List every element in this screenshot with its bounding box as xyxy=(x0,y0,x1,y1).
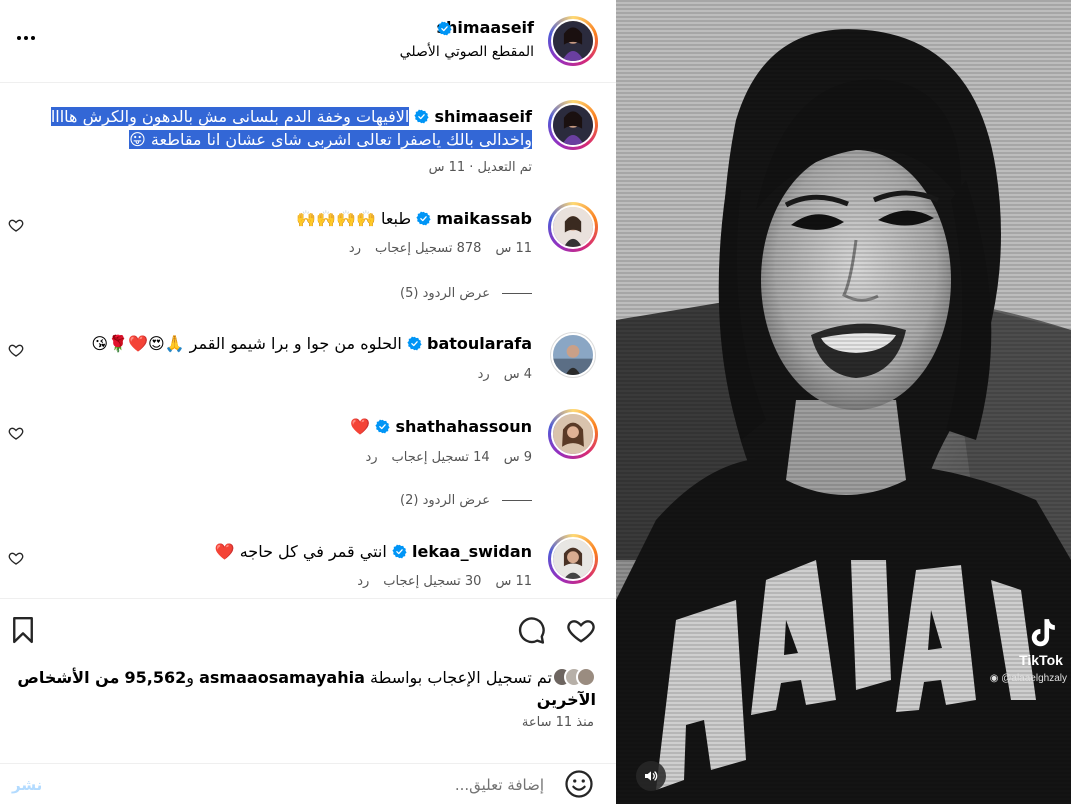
like-comment-heart-icon[interactable] xyxy=(8,550,24,566)
post-details-panel: shimaaseif المقطع الصوتي الأصلي shimaase… xyxy=(0,0,616,804)
caption-text-line-1: الافيهات وخفة الدم بلسانى مش بالدهون وال… xyxy=(50,107,410,126)
save-bookmark-icon[interactable] xyxy=(8,615,38,645)
liked-by-username[interactable]: asmaaosamayahia xyxy=(199,668,365,687)
comment-avatar-maikassab[interactable] xyxy=(548,202,598,252)
comment-time[interactable]: 4 س xyxy=(504,367,532,382)
comment-bubble-icon[interactable] xyxy=(516,615,546,645)
reply-button[interactable]: رد xyxy=(478,367,490,382)
caption-author-username[interactable]: shimaaseif xyxy=(435,107,532,126)
verified-badge-icon xyxy=(375,419,390,434)
comment-likes-count[interactable]: 14 تسجيل إعجاب xyxy=(392,450,490,465)
comment-shathahassoun: shathahassoun ❤️ xyxy=(350,416,532,438)
reply-button[interactable]: رد xyxy=(365,450,377,465)
comment-meta: 4 س رد xyxy=(478,367,532,382)
verified-badge-icon xyxy=(407,336,422,351)
comments-list: shimaaseif الافيهات وخفة الدم بلسانى مش … xyxy=(0,84,616,598)
tiktok-logo-icon xyxy=(1031,619,1055,647)
comment-time[interactable]: 11 س xyxy=(495,574,532,589)
caption-author-avatar[interactable] xyxy=(548,100,598,150)
comment-avatar-lekaa-swidan[interactable] xyxy=(548,534,598,584)
view-replies-label: عرض الردود (5) xyxy=(400,286,490,301)
comment-username[interactable]: maikassab xyxy=(436,209,532,228)
caption-meta: تم التعديل · 11 س xyxy=(428,160,532,175)
tiktok-small-icon: ◉ xyxy=(989,673,1002,684)
likes-count[interactable]: 95,562 xyxy=(125,668,187,687)
like-heart-icon[interactable] xyxy=(566,615,596,645)
comment-meta: 9 س 14 تسجيل إعجاب رد xyxy=(365,450,532,465)
verified-badge-icon xyxy=(416,211,431,226)
comment-likes-count[interactable]: 878 تسجيل إعجاب xyxy=(375,241,481,256)
audio-toggle-button[interactable] xyxy=(636,761,666,791)
speaker-icon xyxy=(645,771,658,781)
emoji-smiley-icon[interactable] xyxy=(564,769,594,799)
comment-avatar-shathahassoun[interactable] xyxy=(548,409,598,459)
like-comment-heart-icon[interactable] xyxy=(8,342,24,358)
like-comment-heart-icon[interactable] xyxy=(8,217,24,233)
caption-text-line-2: واخدالى بالك ياصفرا تعالى اشربى شاى عشان… xyxy=(150,130,532,149)
tiktok-handle: ◉ @alaaelghzaly xyxy=(989,673,1067,684)
reply-button[interactable]: رد xyxy=(349,241,361,256)
audio-label[interactable]: المقطع الصوتي الأصلي xyxy=(400,44,534,60)
comment-username[interactable]: batoularafa xyxy=(427,334,532,353)
comment-meta: 11 س 30 تسجيل إعجاب رد xyxy=(357,574,532,589)
post-timestamp[interactable]: منذ 11 ساعة xyxy=(522,715,594,730)
reel-video-player[interactable]: TikTok ◉ @alaaelghzaly xyxy=(616,0,1071,804)
comment-text: طبعا 🙌🙌🙌🙌 xyxy=(296,209,412,228)
comment-username[interactable]: lekaa_swidan xyxy=(412,542,532,561)
comment-time[interactable]: 9 س xyxy=(504,450,532,465)
comment-text: الحلوه من جوا و برا شيمو القمر 🙏😍❤️🌹😘 xyxy=(91,334,402,353)
comment-avatar-batoularafa[interactable] xyxy=(550,332,596,378)
comment-time[interactable]: 11 س xyxy=(495,241,532,256)
caption-line-2: واخدالى بالك ياصفرا تعالى اشربى شاى عشان… xyxy=(129,130,532,149)
tiktok-brand-text: TikTok xyxy=(1019,652,1063,668)
view-replies-maikassab[interactable]: عرض الردود (5) xyxy=(400,286,532,301)
like-comment-heart-icon[interactable] xyxy=(8,425,24,441)
comment-maikassab: maikassab طبعا 🙌🙌🙌🙌 xyxy=(296,208,532,230)
verified-badge-icon xyxy=(414,109,430,124)
comment-meta: 11 س 878 تسجيل إعجاب رد xyxy=(349,241,532,256)
comment-text: ❤️ xyxy=(350,417,371,436)
comment-lekaa-swidan: lekaa_swidan انتي قمر في كل حاجه ❤️ xyxy=(215,541,532,563)
post-header: shimaaseif المقطع الصوتي الأصلي xyxy=(0,0,616,83)
more-options-icon[interactable] xyxy=(14,26,38,50)
author-avatar[interactable] xyxy=(548,16,598,66)
comment-username[interactable]: shathahassoun xyxy=(395,417,532,436)
add-comment-bar: نشر xyxy=(0,763,616,804)
verified-badge-icon xyxy=(392,544,407,559)
tiktok-watermark: TikTok xyxy=(1015,618,1067,668)
caption-line-1: shimaaseif الافيهات وخفة الدم بلسانى مش … xyxy=(50,106,532,128)
liked-by-avatars xyxy=(552,667,596,689)
comment-batoularafa: batoularafa الحلوه من جوا و برا شيمو الق… xyxy=(91,333,532,355)
post-comment-button[interactable]: نشر xyxy=(12,776,42,794)
post-actions-section: تم تسجيل الإعجاب بواسطة asmaaosamayahia … xyxy=(0,598,616,804)
comment-text: انتي قمر في كل حاجه ❤️ xyxy=(214,542,387,561)
reply-button[interactable]: رد xyxy=(357,574,369,589)
verified-badge-icon xyxy=(437,21,452,36)
likes-summary[interactable]: تم تسجيل الإعجاب بواسطة asmaaosamayahia … xyxy=(16,667,596,711)
comment-likes-count[interactable]: 30 تسجيل إعجاب xyxy=(383,574,481,589)
view-replies-label: عرض الردود (2) xyxy=(400,493,490,508)
add-comment-input[interactable] xyxy=(104,770,544,800)
view-replies-shathahassoun[interactable]: عرض الردود (2) xyxy=(400,493,532,508)
